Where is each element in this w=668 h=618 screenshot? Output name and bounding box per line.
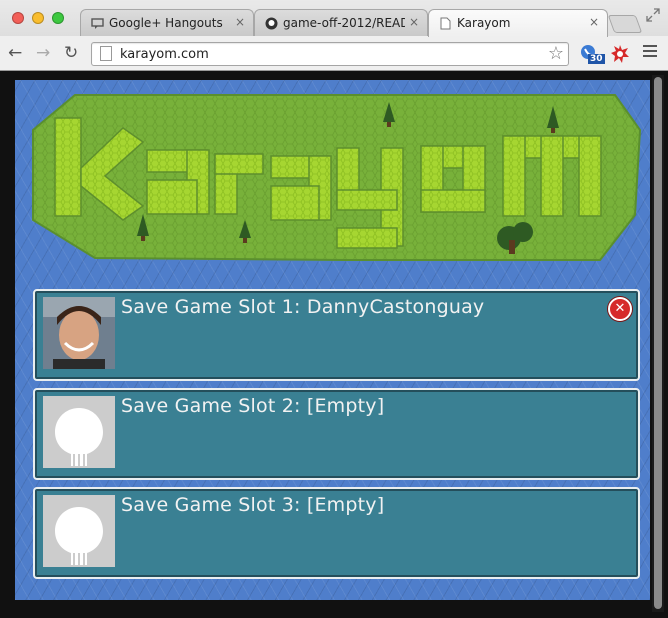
tab-close-icon[interactable]: × (589, 15, 599, 29)
url-input[interactable] (118, 45, 542, 63)
tab-github-readme[interactable]: game-off-2012/READM × (254, 9, 428, 36)
zoom-window-button[interactable] (52, 12, 64, 24)
slot-title: Save Game Slot 1: DannyCastonguay (121, 296, 485, 318)
address-bar[interactable]: ☆ (91, 42, 569, 66)
reload-button[interactable]: ↻ (64, 43, 78, 63)
menu-icon[interactable] (643, 45, 657, 60)
bookmark-star-icon[interactable]: ☆ (548, 43, 564, 64)
browser-chrome: Google+ Hangouts × game-off-2012/READM ×… (0, 0, 668, 71)
extension-phone-button[interactable]: 30 (580, 44, 605, 66)
new-tab-button[interactable] (607, 15, 643, 33)
tab-hangouts[interactable]: Google+ Hangouts × (80, 9, 254, 36)
fullscreen-icon[interactable] (646, 8, 660, 22)
slot-title: Save Game Slot 2: [Empty] (121, 395, 385, 417)
avatar (43, 396, 115, 468)
extension-badge: 30 (588, 54, 605, 64)
forward-button[interactable]: → (36, 43, 50, 63)
adblock-icon[interactable] (610, 44, 630, 64)
tab-title: game-off-2012/READM (283, 16, 405, 30)
save-slot-2[interactable]: Save Game Slot 2: [Empty] (33, 388, 640, 480)
tab-close-icon[interactable]: × (409, 15, 419, 29)
slot-title: Save Game Slot 3: [Empty] (121, 494, 385, 516)
scrollbar[interactable] (652, 75, 664, 612)
avatar (43, 297, 115, 369)
tab-title: Karayom (457, 16, 511, 30)
page-icon (440, 17, 451, 30)
karayom-logo (32, 94, 642, 261)
tab-close-icon[interactable]: × (235, 15, 245, 29)
save-slot-3[interactable]: Save Game Slot 3: [Empty] (33, 487, 640, 579)
tab-karayom[interactable]: Karayom × (428, 9, 608, 37)
back-button[interactable]: ← (8, 43, 22, 63)
github-octocat-icon (43, 396, 115, 468)
close-window-button[interactable] (12, 12, 24, 24)
save-slot-1[interactable]: Save Game Slot 1: DannyCastonguay ✕ (33, 289, 640, 381)
scrollbar-thumb[interactable] (654, 77, 662, 609)
tab-title: Google+ Hangouts (109, 16, 223, 30)
github-icon (265, 17, 278, 30)
hangouts-icon (91, 18, 104, 29)
github-octocat-icon (43, 495, 115, 567)
delete-save-icon[interactable]: ✕ (608, 297, 632, 321)
user-photo (43, 297, 115, 369)
page-icon (100, 46, 112, 61)
avatar (43, 495, 115, 567)
minimize-window-button[interactable] (32, 12, 44, 24)
